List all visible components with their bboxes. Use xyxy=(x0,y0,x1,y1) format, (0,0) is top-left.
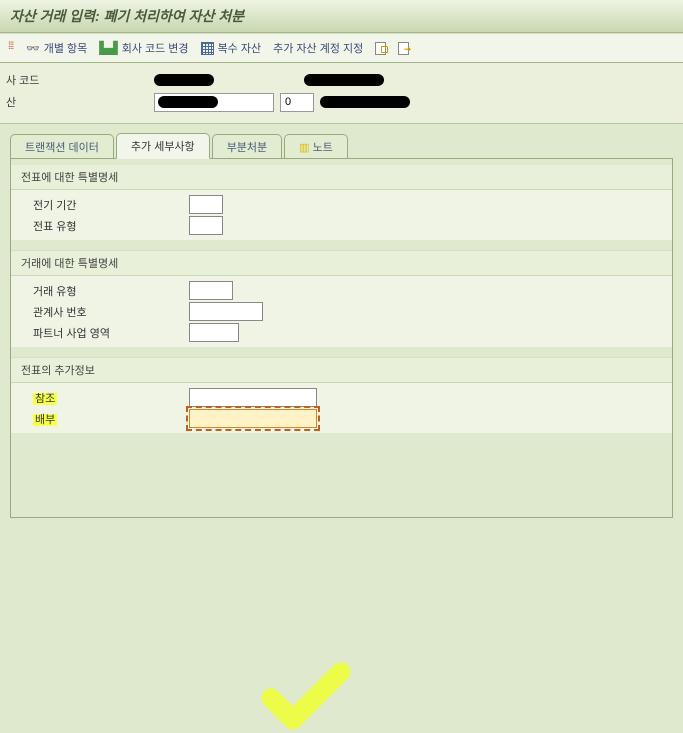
tab-strip: 트랜잭션 데이터 추가 세부사항 부분처분 ▥ 노트 xyxy=(10,132,673,158)
partner-biz-input[interactable] xyxy=(189,323,239,342)
tx-type-label: 거래 유형 xyxy=(13,283,189,299)
affiliate-no-label: 관계사 번호 xyxy=(13,304,189,320)
doc-type-input[interactable] xyxy=(189,216,223,235)
individual-items-button[interactable]: ⁞⁞⁞ 👓 개별 항목 xyxy=(8,40,87,56)
add-asset-account-button[interactable]: 추가 자산 계정 지정 xyxy=(273,40,363,56)
assignment-input[interactable] xyxy=(189,409,317,428)
company-code-desc xyxy=(304,74,384,86)
group-doc-special-header: 전표에 대한 특별명세 xyxy=(11,165,672,190)
tab-partial-disposal[interactable]: 부분처분 xyxy=(212,134,282,159)
tx-type-input[interactable] xyxy=(189,281,233,300)
note-icon: ▥ xyxy=(299,142,309,154)
asset-sub-input[interactable] xyxy=(280,93,314,112)
org-icon: ▙▟ xyxy=(99,41,117,55)
table-icon xyxy=(201,42,214,55)
glasses-icon: 👓 xyxy=(26,42,40,55)
tab-note[interactable]: ▥ 노트 xyxy=(284,134,348,159)
asset-main-redact xyxy=(158,96,218,108)
company-code-label: 사 코드 xyxy=(4,72,154,88)
partner-biz-label: 파트너 사업 영역 xyxy=(13,325,189,341)
asset-label: 산 xyxy=(4,94,154,110)
reference-input[interactable] xyxy=(189,388,317,407)
header-form: 사 코드 산 xyxy=(0,63,683,124)
tab-additional-details[interactable]: 추가 세부사항 xyxy=(116,133,210,159)
company-code-change-button[interactable]: ▙▟ 회사 코드 변경 xyxy=(99,40,188,56)
posting-period-label: 전기 기간 xyxy=(13,197,189,213)
window-title: 자산 거래 입력: 폐기 처리하여 자산 처분 xyxy=(0,0,683,33)
affiliate-no-input[interactable] xyxy=(189,302,263,321)
group-tx-special-header: 거래에 대한 특별명세 xyxy=(11,250,672,276)
doc-settings-button[interactable] xyxy=(375,42,386,55)
doc-gear-icon xyxy=(375,42,386,55)
items-icon: ⁞⁞⁞ xyxy=(8,41,22,55)
reference-label: 참조 xyxy=(13,390,189,406)
toolbar: ⁞⁞⁞ 👓 개별 항목 ▙▟ 회사 코드 변경 복수 자산 추가 자산 계정 지… xyxy=(0,33,683,63)
individual-items-label: 개별 항목 xyxy=(44,40,88,56)
company-code-change-label: 회사 코드 변경 xyxy=(122,40,189,56)
assignment-label: 배부 xyxy=(13,411,189,427)
group-doc-addinfo-header: 전표의 추가정보 xyxy=(11,357,672,383)
posting-period-input[interactable] xyxy=(189,195,223,214)
doc-type-label: 전표 유형 xyxy=(13,218,189,234)
tab-transaction-data[interactable]: 트랜잭션 데이터 xyxy=(10,134,114,159)
multi-asset-button[interactable]: 복수 자산 xyxy=(201,40,262,56)
tab-panel: 전표에 대한 특별명세 전기 기간 전표 유형 거래에 대한 특별명세 거래 유… xyxy=(10,158,673,518)
company-code-value xyxy=(154,74,214,86)
multi-asset-label: 복수 자산 xyxy=(218,40,262,56)
doc-export-button[interactable] xyxy=(398,42,409,55)
add-asset-account-label: 추가 자산 계정 지정 xyxy=(273,40,363,56)
highlight-check-icon xyxy=(261,663,351,733)
tab-note-label: 노트 xyxy=(313,142,333,154)
doc-arrow-icon xyxy=(398,42,409,55)
asset-desc xyxy=(320,96,410,108)
